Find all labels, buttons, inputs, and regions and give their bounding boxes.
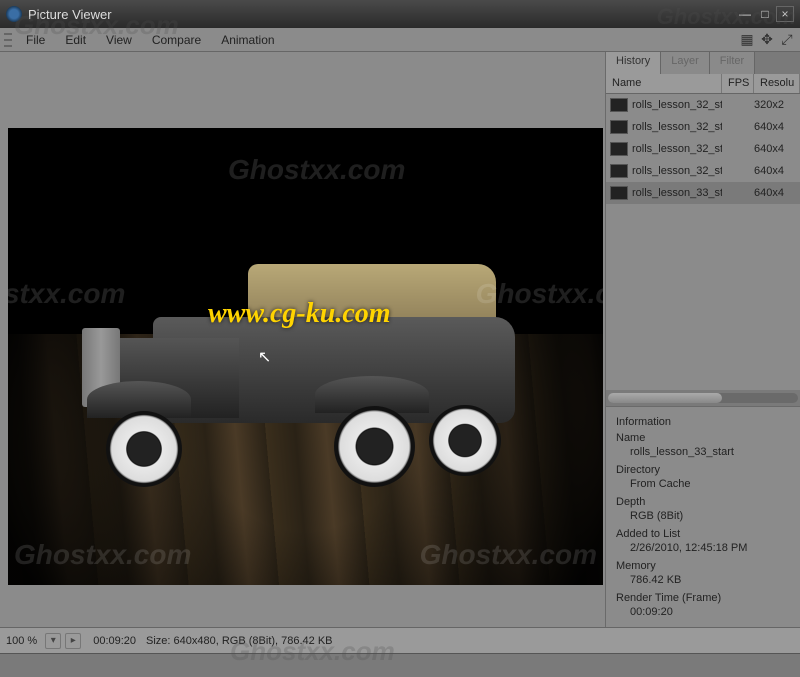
- move-icon[interactable]: ✥: [758, 31, 776, 49]
- thumbnail-icon: [610, 186, 628, 200]
- history-row[interactable]: rolls_lesson_32_start * 640x4: [606, 138, 800, 160]
- history-row[interactable]: rolls_lesson_33_start * 640x4: [606, 182, 800, 204]
- statusbar: 100 % ▾ ▸ 00:09:20 Size: 640x480, RGB (8…: [0, 627, 800, 653]
- info-name-value: rolls_lesson_33_start: [616, 445, 796, 461]
- info-memory-value: 786.42 KB: [616, 573, 796, 589]
- app-icon: [6, 6, 22, 22]
- info-rendertime-label: Render Time (Frame): [616, 589, 796, 605]
- row-name: rolls_lesson_33_start *: [632, 187, 722, 199]
- zoom-level[interactable]: 100 %: [6, 635, 37, 647]
- thumbnail-icon: [610, 142, 628, 156]
- info-directory-label: Directory: [616, 461, 796, 477]
- info-memory-label: Memory: [616, 557, 796, 573]
- menu-edit[interactable]: Edit: [55, 30, 96, 50]
- side-panel: Ghostxx.com History Layer Filter Name FP…: [605, 52, 800, 627]
- expand-icon[interactable]: ⤢: [778, 31, 796, 49]
- zoom-dropdown-icon[interactable]: ▾: [45, 633, 61, 649]
- row-name: rolls_lesson_32_start *: [632, 121, 722, 133]
- menu-view[interactable]: View: [96, 30, 142, 50]
- menu-animation[interactable]: Animation: [211, 30, 284, 50]
- menu-file[interactable]: File: [16, 30, 55, 50]
- row-name: rolls_lesson_32_start *: [632, 99, 722, 111]
- row-res: 640x4: [754, 143, 800, 155]
- minimize-button[interactable]: —: [736, 6, 754, 22]
- tab-history[interactable]: History: [606, 52, 661, 74]
- viewport-container: Ghostxx.com Ghostxx.com Ghostxx.com: [0, 52, 605, 627]
- info-directory-value: From Cache: [616, 477, 796, 493]
- maximize-button[interactable]: □: [756, 6, 774, 22]
- row-name: rolls_lesson_32_start *: [632, 165, 722, 177]
- history-row[interactable]: rolls_lesson_32_start * 320x2: [606, 94, 800, 116]
- history-scrollbar[interactable]: [606, 390, 800, 406]
- menu-compare[interactable]: Compare: [142, 30, 211, 50]
- status-time: 00:09:20: [93, 635, 136, 647]
- status-size: Size: 640x480, RGB (8Bit), 786.42 KB: [146, 635, 333, 647]
- scrollbar-thumb[interactable]: [608, 393, 722, 403]
- picture-viewer-window: Picture Viewer — □ × File Edit View Comp…: [0, 0, 800, 677]
- history-row[interactable]: rolls_lesson_32_start * 640x4: [606, 160, 800, 182]
- window-title: Picture Viewer: [28, 7, 734, 22]
- row-res: 640x4: [754, 121, 800, 133]
- col-res[interactable]: Resolu: [754, 74, 800, 93]
- col-name[interactable]: Name: [606, 74, 722, 93]
- thumbnail-icon: [610, 98, 628, 112]
- history-header: Name FPS Resolu: [606, 74, 800, 94]
- thumbnail-icon: [610, 120, 628, 134]
- menubar: File Edit View Compare Animation ▦ ✥ ⤢: [0, 28, 800, 52]
- info-depth-label: Depth: [616, 493, 796, 509]
- info-added-value: 2/26/2010, 12:45:18 PM: [616, 541, 796, 557]
- play-button[interactable]: ▸: [65, 633, 81, 649]
- tab-filter[interactable]: Filter: [710, 52, 755, 74]
- info-name-label: Name: [616, 429, 796, 445]
- thumbnail-icon: [610, 164, 628, 178]
- bottom-strip: [0, 653, 800, 677]
- main-area: Ghostxx.com Ghostxx.com Ghostxx.com: [0, 52, 800, 627]
- side-tabs: History Layer Filter: [606, 52, 800, 74]
- close-button[interactable]: ×: [776, 6, 794, 22]
- info-panel: Information Name rolls_lesson_33_start D…: [606, 406, 800, 627]
- history-list: rolls_lesson_32_start * 320x2 rolls_less…: [606, 94, 800, 390]
- info-rendertime-value: 00:09:20: [616, 605, 796, 621]
- col-fps[interactable]: FPS: [722, 74, 754, 93]
- info-header: Information: [616, 413, 796, 429]
- info-added-label: Added to List: [616, 525, 796, 541]
- tab-layer[interactable]: Layer: [661, 52, 710, 74]
- row-name: rolls_lesson_32_start *: [632, 143, 722, 155]
- history-row[interactable]: rolls_lesson_32_start * 640x4: [606, 116, 800, 138]
- menubar-handle[interactable]: [4, 31, 12, 49]
- row-res: 320x2: [754, 99, 800, 111]
- row-res: 640x4: [754, 165, 800, 177]
- info-depth-value: RGB (8Bit): [616, 509, 796, 525]
- panels-icon[interactable]: ▦: [738, 31, 756, 49]
- row-res: 640x4: [754, 187, 800, 199]
- titlebar[interactable]: Picture Viewer — □ ×: [0, 0, 800, 28]
- render-viewport[interactable]: Ghostxx.com Ghostxx.com Ghostxx.com Ghos…: [8, 128, 603, 585]
- render-car: [68, 238, 544, 503]
